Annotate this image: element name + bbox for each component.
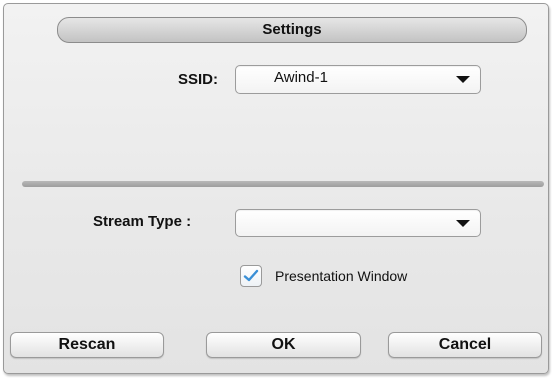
stream-type-label: Stream Type : (93, 213, 192, 230)
section-divider (22, 181, 544, 187)
chevron-down-icon (456, 220, 470, 227)
dialog-title: Settings (57, 17, 527, 43)
settings-dialog: Settings SSID: Awind-1 Stream Type : Pre… (3, 3, 549, 374)
checkmark-icon (243, 269, 259, 282)
stream-type-select[interactable] (235, 209, 481, 237)
ssid-value: Awind-1 (274, 69, 328, 86)
ok-button[interactable]: OK (206, 332, 361, 358)
rescan-button[interactable]: Rescan (10, 332, 164, 358)
chevron-down-icon (456, 76, 470, 83)
presentation-window-checkbox[interactable] (240, 265, 262, 287)
presentation-window-label: Presentation Window (275, 268, 408, 284)
cancel-button[interactable]: Cancel (388, 332, 542, 358)
ssid-label: SSID: (178, 71, 219, 88)
ssid-select[interactable]: Awind-1 (235, 65, 481, 94)
